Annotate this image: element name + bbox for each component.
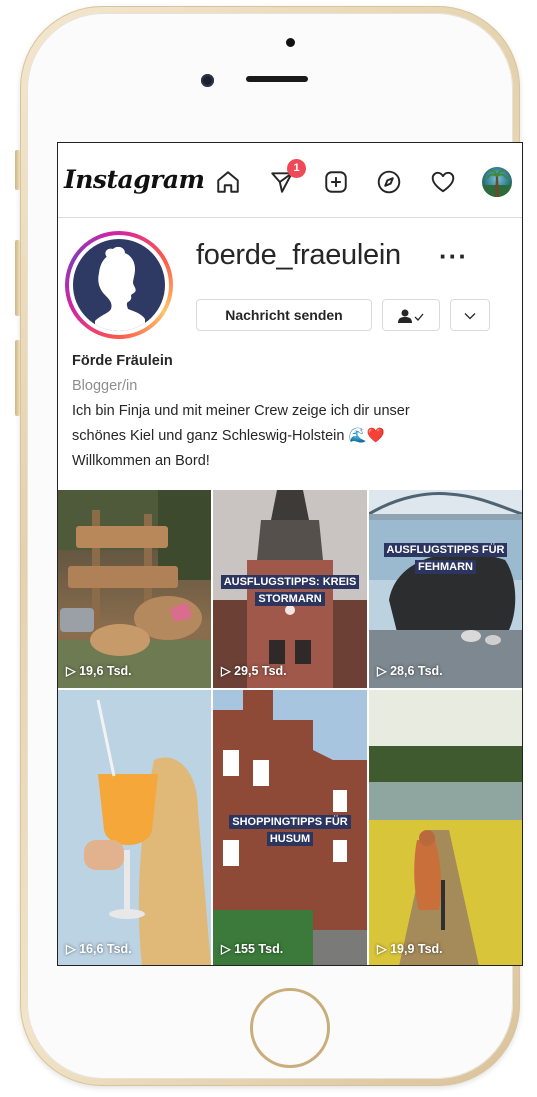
bio-line-1: Ich bin Finja und mit meiner Crew zeige …	[72, 403, 410, 419]
post-tile[interactable]: ▷ 19,9 Tsd.	[369, 690, 522, 965]
instagram-screen: Instagram 1 foerde_fraeulein ··· Nachric…	[57, 142, 523, 966]
view-count: ▷ 19,6 Tsd.	[66, 664, 132, 678]
post-tile[interactable]: SHOPPINGTIPPS FÜR HUSUM ▷ 155 Tsd.	[213, 690, 367, 965]
profile-bio: Förde Fräulein Blogger/in Ich bin Finja …	[72, 349, 512, 474]
post-thumbnail	[369, 690, 522, 965]
bio-line-2: schönes Kiel und ganz Schleswig-Holstein…	[72, 428, 385, 444]
suggestions-button[interactable]	[450, 299, 490, 331]
activity-heart-icon[interactable]	[430, 169, 456, 195]
profile-username: foerde_fraeulein	[196, 239, 401, 271]
post-tile[interactable]: ▷ 19,6 Tsd.	[58, 490, 211, 688]
person-check-icon	[396, 307, 426, 324]
post-grid: ▷ 19,6 Tsd. AUSFLUGSTIPPS: KREIS STORMAR…	[58, 490, 522, 965]
volume-down-button	[15, 340, 20, 416]
display-name: Förde Fräulein	[72, 353, 173, 369]
post-tile[interactable]: AUSFLUGSTIPPS: KREIS STORMARN ▷ 29,5 Tsd…	[213, 490, 367, 688]
top-nav-bar: Instagram 1	[58, 143, 522, 218]
explore-icon[interactable]	[376, 169, 402, 195]
more-options-icon[interactable]: ···	[439, 241, 468, 272]
view-count: ▷ 16,6 Tsd.	[66, 942, 132, 956]
profile-category: Blogger/in	[72, 378, 138, 394]
front-camera	[201, 74, 214, 87]
following-button[interactable]	[382, 299, 440, 331]
earpiece-speaker	[246, 76, 308, 82]
post-thumbnail	[58, 690, 211, 965]
dm-unread-badge: 1	[287, 159, 306, 178]
volume-up-button	[15, 240, 20, 316]
view-count: ▷ 28,6 Tsd.	[377, 664, 443, 678]
chevron-down-icon	[464, 307, 476, 323]
post-caption-overlay: AUSFLUGSTIPPS: KREIS STORMARN	[213, 574, 367, 608]
view-count: ▷ 19,9 Tsd.	[377, 942, 443, 956]
new-post-icon[interactable]	[323, 169, 349, 195]
send-message-button[interactable]: Nachricht senden	[196, 299, 372, 331]
post-tile[interactable]: AUSFLUGSTIPPS FÜR FEHMARN ▷ 28,6 Tsd.	[369, 490, 522, 688]
instagram-logo[interactable]: Instagram	[64, 165, 205, 194]
post-caption-overlay: AUSFLUGSTIPPS FÜR FEHMARN	[369, 542, 522, 576]
view-count: ▷ 29,5 Tsd.	[221, 664, 287, 678]
bio-line-3: Willkommen an Bord!	[72, 453, 210, 469]
mute-switch	[15, 150, 20, 190]
post-caption-overlay: SHOPPINGTIPPS FÜR HUSUM	[213, 814, 367, 848]
home-button[interactable]	[250, 988, 330, 1068]
home-icon[interactable]	[215, 169, 241, 195]
post-thumbnail	[369, 490, 522, 688]
post-thumbnail	[58, 490, 211, 688]
view-count: ▷ 155 Tsd.	[221, 942, 284, 956]
proximity-sensor	[286, 38, 295, 47]
story-ring[interactable]	[65, 231, 173, 339]
post-tile[interactable]: ▷ 16,6 Tsd.	[58, 690, 211, 965]
profile-picture	[73, 239, 165, 331]
profile-avatar-icon[interactable]	[482, 167, 512, 197]
